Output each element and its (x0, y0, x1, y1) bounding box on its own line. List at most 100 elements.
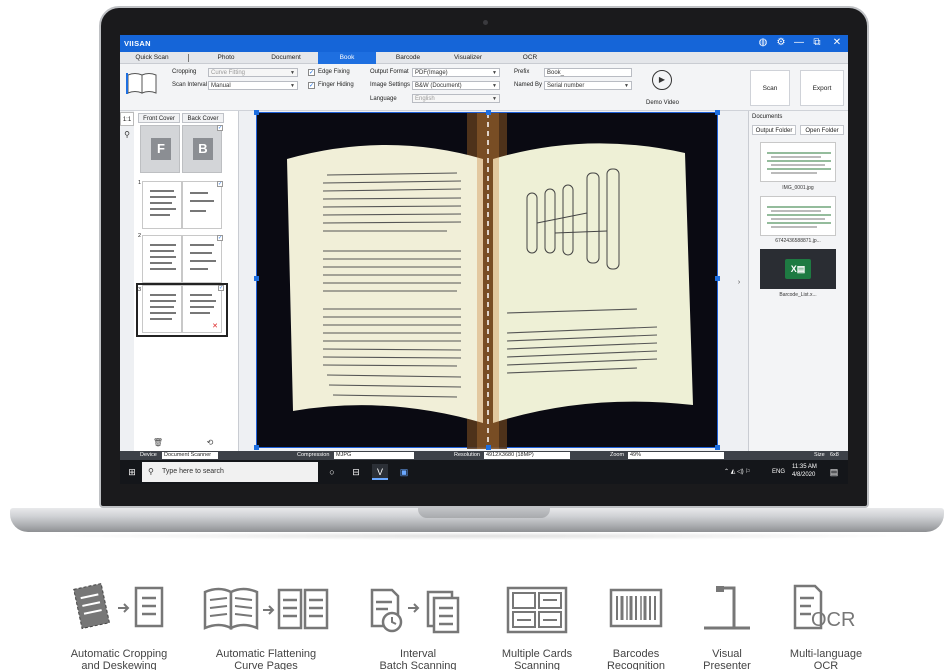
viisan-app-icon[interactable]: V (372, 464, 388, 480)
trash-icon[interactable]: 🗑 (150, 435, 166, 451)
taskbar-search[interactable]: ⚲ Type here to search (142, 462, 318, 482)
resolution-select[interactable]: 4912X3680 (18MP) (484, 452, 570, 459)
app-title: VIISAN (124, 39, 151, 48)
language-select[interactable]: English ▼ (412, 94, 500, 103)
demo-video-play-icon[interactable]: ▶ (652, 70, 672, 90)
rotate-icon[interactable]: ⟲ (202, 435, 218, 451)
book-image (287, 113, 693, 449)
named-by-select[interactable]: Serial number ▼ (544, 81, 632, 90)
excel-document-thumbnail[interactable]: X▤ (760, 249, 836, 289)
tab-ocr[interactable]: OCR (504, 52, 556, 64)
page-thumbnail[interactable] (142, 285, 182, 333)
chevron-down-icon: ▼ (492, 83, 497, 89)
language-label: Language (370, 96, 397, 102)
back-cover-thumbnail[interactable]: B (182, 125, 222, 173)
page-thumbnail[interactable]: ✕ (182, 285, 222, 333)
restore-icon[interactable]: ⧉ (810, 37, 824, 50)
title-bar: VIISAN ◍ ⚙ — ⧉ ✕ (120, 35, 848, 52)
ocr-icon-text: OCR (811, 609, 855, 631)
crop-handle[interactable] (254, 445, 259, 450)
notification-icon[interactable]: ▤ (826, 464, 842, 480)
windows-start-icon[interactable]: ⊞ (124, 464, 140, 480)
image-settings-select[interactable]: B&W (Document) ▼ (412, 81, 500, 90)
tray-icons[interactable]: ⌃ ◭ ◁) ⚐ (724, 460, 751, 484)
page-thumbnail[interactable] (142, 235, 182, 283)
person-icon[interactable]: ⚲ (120, 129, 134, 141)
feature-crop-deskew: Automatic Cropping and Deskewing (54, 578, 184, 670)
crop-handle[interactable] (254, 110, 259, 115)
thumbnail-checkbox[interactable]: ✓ (217, 125, 223, 131)
open-folder-button[interactable]: Open Folder (800, 125, 844, 135)
document-thumbnail[interactable] (760, 142, 836, 182)
output-folder-button[interactable]: Output Folder (752, 125, 796, 135)
crop-handle[interactable] (715, 445, 720, 450)
cortana-icon[interactable]: ○ (324, 464, 340, 480)
language-value: English (415, 96, 435, 102)
cropping-select[interactable]: Curve Fitting ▼ (208, 68, 298, 77)
scan-button[interactable]: Scan (750, 70, 790, 106)
cover-thumbnails: F B ✓ (136, 125, 225, 175)
scan-preview[interactable] (254, 110, 720, 450)
output-format-label: Output Format (370, 69, 409, 75)
page-thumbnail[interactable] (182, 181, 222, 229)
task-view-icon[interactable]: ⊟ (348, 464, 364, 480)
thumbnail-checkbox[interactable]: ✓ (217, 181, 223, 187)
webcam (483, 20, 488, 25)
crop-handle[interactable] (486, 445, 491, 450)
tab-document[interactable]: Document (260, 52, 312, 64)
minimize-icon[interactable]: — (792, 37, 806, 50)
app-window: VIISAN ◍ ⚙ — ⧉ ✕ Quick Scan Photo Docume… (120, 35, 848, 484)
front-cover-tab[interactable]: Front Cover (138, 113, 180, 123)
feature-flatten: Automatic Flattening Curve Pages (201, 578, 331, 670)
delete-icon[interactable]: ✕ (212, 322, 218, 330)
compression-select[interactable]: MJPG (334, 452, 414, 459)
document-thumbnail[interactable] (760, 196, 836, 236)
crop-deskew-icon (73, 582, 164, 630)
thumbnail-checkbox[interactable]: ✓ (218, 285, 224, 291)
crop-handle[interactable] (715, 276, 720, 281)
tab-quick-scan[interactable]: Quick Scan (124, 52, 180, 64)
chevron-down-icon: ▼ (624, 83, 629, 89)
output-format-value: PDF(Image) (415, 70, 448, 76)
front-cover-thumbnail[interactable]: F (140, 125, 180, 173)
mode-tabs: Quick Scan Photo Document Book Barcode V… (120, 52, 848, 64)
documents-heading: Documents (752, 114, 783, 120)
document-preview-image (767, 206, 831, 228)
clock-date[interactable]: 4/8/2020 (792, 472, 815, 479)
zoom-ratio-button[interactable]: 1:1 (120, 112, 134, 126)
close-icon[interactable]: ✕ (830, 37, 844, 50)
zoom-select[interactable]: 49% (628, 452, 724, 459)
crop-handle[interactable] (486, 110, 491, 115)
page-thumbnail[interactable] (142, 181, 182, 229)
clock-time[interactable]: 11:35 AM (792, 464, 817, 471)
app-icon[interactable]: ▣ (396, 464, 412, 480)
feature-label-line2: OCR (813, 660, 839, 670)
settings-icon[interactable]: ⚙ (774, 37, 788, 50)
device-select[interactable]: Document Scanner (162, 452, 218, 459)
collapse-arrow-icon[interactable]: › (734, 275, 744, 291)
language-indicator[interactable]: ENG (772, 460, 785, 484)
page-thumbnail[interactable] (182, 235, 222, 283)
finger-hiding-checkbox[interactable]: ✓ (308, 82, 315, 89)
globe-icon[interactable]: ◍ (756, 37, 770, 50)
windows-taskbar: ⊞ ⚲ Type here to search ○ ⊟ V ▣ ⌃ ◭ ◁) ⚐… (120, 460, 848, 484)
prefix-input[interactable]: Book_ (544, 68, 632, 77)
feature-label-line1: Interval (399, 648, 437, 660)
thumbnail-checkbox[interactable]: ✓ (217, 235, 223, 241)
export-button[interactable]: Export (800, 70, 844, 106)
back-cover-tab[interactable]: Back Cover (182, 113, 224, 123)
tab-book[interactable]: Book (318, 52, 376, 64)
resolution-label: Resolution (454, 452, 480, 458)
scan-interval-select[interactable]: Manual ▼ (208, 81, 298, 90)
crop-handle[interactable] (254, 276, 259, 281)
output-format-select[interactable]: PDF(Image) ▼ (412, 68, 500, 77)
edge-fixing-checkbox[interactable]: ✓ (308, 69, 315, 76)
visual-presenter-icon (704, 586, 750, 630)
crop-handle[interactable] (715, 110, 720, 115)
tab-photo[interactable]: Photo (200, 52, 252, 64)
ocr-icon: OCR (793, 584, 855, 631)
tab-visualizer[interactable]: Visualizer (442, 52, 494, 64)
image-settings-label: Image Settings (370, 82, 411, 88)
size-label: Size (814, 452, 825, 458)
tab-barcode[interactable]: Barcode (382, 52, 434, 64)
